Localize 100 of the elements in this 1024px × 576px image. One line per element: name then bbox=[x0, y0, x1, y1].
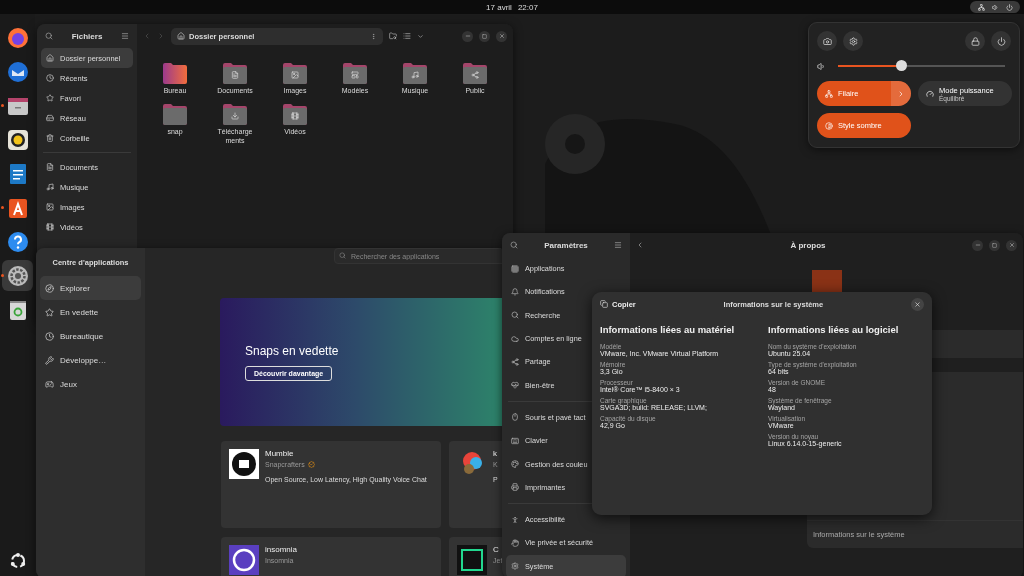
settings-button[interactable] bbox=[843, 31, 863, 51]
running-dot bbox=[1, 274, 4, 277]
folder-icon[interactable] bbox=[222, 103, 248, 126]
place-icon bbox=[46, 114, 54, 122]
maximize-icon bbox=[992, 242, 997, 248]
category-icon bbox=[511, 357, 519, 366]
system-tray[interactable] bbox=[970, 1, 1020, 13]
power-icon bbox=[996, 36, 1006, 46]
app-name: insomnia bbox=[265, 545, 298, 554]
maximize-button[interactable] bbox=[989, 239, 1000, 251]
category-icon bbox=[511, 381, 519, 390]
place-icon bbox=[46, 74, 54, 82]
network-icon bbox=[977, 3, 985, 11]
folder-icon[interactable] bbox=[282, 62, 308, 84]
category-icon bbox=[511, 334, 519, 343]
app-name: Mumble bbox=[265, 449, 295, 458]
place-icon bbox=[46, 94, 54, 102]
nav-item[interactable]: Jeux bbox=[40, 372, 141, 396]
clock[interactable]: 22:07 bbox=[517, 2, 538, 12]
window-title: Paramètres bbox=[544, 240, 588, 250]
folder-icon[interactable] bbox=[222, 62, 248, 84]
settings-icon[interactable] bbox=[5, 263, 30, 288]
app-name: k bbox=[493, 449, 498, 458]
toggle-icon bbox=[926, 89, 934, 98]
search-icon bbox=[339, 252, 346, 259]
toggle-icon bbox=[825, 121, 833, 130]
category-icon bbox=[511, 515, 519, 524]
section-heading: Informations liées au matériel bbox=[600, 324, 736, 335]
maximize-button[interactable] bbox=[479, 30, 490, 42]
nav-item[interactable]: En vedette bbox=[40, 300, 141, 324]
page-title: À propos bbox=[790, 240, 826, 250]
toggle-icon bbox=[825, 89, 833, 98]
help-icon[interactable] bbox=[5, 229, 30, 254]
category-icon bbox=[45, 379, 54, 389]
minimize-button[interactable] bbox=[462, 30, 473, 42]
list-view-icon[interactable] bbox=[403, 32, 411, 40]
power-icon bbox=[1005, 3, 1013, 11]
running-dot bbox=[1, 104, 4, 107]
close-button[interactable] bbox=[911, 297, 924, 311]
folder-icon[interactable] bbox=[282, 103, 308, 126]
category-icon bbox=[511, 436, 519, 445]
place-icon bbox=[46, 203, 54, 211]
nav-item[interactable]: Explorer bbox=[40, 276, 141, 300]
place-icon bbox=[46, 134, 54, 142]
speaker-icon[interactable] bbox=[5, 127, 30, 152]
place-icon bbox=[46, 54, 54, 62]
close-button[interactable] bbox=[496, 30, 507, 42]
volume-icon bbox=[817, 61, 826, 71]
mail-icon[interactable] bbox=[5, 59, 30, 84]
search-icon[interactable] bbox=[510, 241, 518, 249]
banner-title: Snaps en vedette bbox=[245, 343, 340, 358]
folder-icon[interactable] bbox=[462, 62, 488, 84]
category-icon bbox=[45, 355, 54, 365]
power-button[interactable] bbox=[991, 31, 1011, 51]
folder-search-icon[interactable] bbox=[389, 32, 397, 40]
search-icon[interactable] bbox=[45, 32, 53, 40]
running-dot bbox=[1, 206, 4, 209]
category-icon bbox=[511, 538, 519, 547]
section-heading: Informations liées au logiciel bbox=[768, 324, 900, 335]
minimize-icon bbox=[974, 242, 981, 248]
nav-item[interactable]: Développe… bbox=[40, 348, 141, 372]
app-icon bbox=[457, 545, 487, 575]
settings-icon bbox=[848, 36, 858, 46]
menu-icon[interactable] bbox=[121, 32, 129, 40]
maximize-icon bbox=[482, 33, 487, 39]
category-icon bbox=[511, 562, 519, 571]
minimize-icon bbox=[464, 33, 471, 39]
home-icon bbox=[177, 32, 185, 40]
caret-icon[interactable] bbox=[417, 32, 424, 40]
app-name: C bbox=[493, 545, 500, 554]
folder-icon[interactable] bbox=[402, 62, 428, 84]
category-icon bbox=[45, 283, 54, 293]
lock-button[interactable] bbox=[965, 31, 985, 51]
category-icon bbox=[45, 307, 54, 317]
back-icon[interactable] bbox=[636, 241, 644, 249]
close-icon bbox=[1008, 242, 1015, 248]
app-icon bbox=[229, 449, 259, 479]
logo-block bbox=[811, 270, 842, 292]
close-button[interactable] bbox=[1006, 239, 1017, 251]
chevron-icon bbox=[897, 89, 905, 98]
verified-icon bbox=[307, 461, 315, 468]
close-icon bbox=[498, 33, 505, 39]
lock-icon bbox=[970, 36, 980, 46]
nav-item[interactable]: Bureautique bbox=[40, 324, 141, 348]
folder-icon[interactable] bbox=[162, 62, 188, 84]
category-icon bbox=[511, 311, 519, 320]
category-icon bbox=[45, 331, 54, 341]
date[interactable]: 17 avril bbox=[486, 2, 512, 12]
menu-icon[interactable] bbox=[614, 241, 622, 249]
browser-icon[interactable] bbox=[5, 25, 30, 50]
close-icon bbox=[914, 300, 921, 308]
place-icon bbox=[46, 223, 54, 231]
copy-icon bbox=[600, 300, 608, 308]
app-grid-icon[interactable] bbox=[8, 552, 27, 570]
category-icon bbox=[511, 483, 519, 492]
folder-icon[interactable] bbox=[342, 62, 368, 84]
category-icon bbox=[511, 413, 519, 422]
category-icon bbox=[511, 460, 519, 468]
screenshot-button[interactable] bbox=[817, 31, 837, 51]
category-icon bbox=[511, 264, 519, 273]
